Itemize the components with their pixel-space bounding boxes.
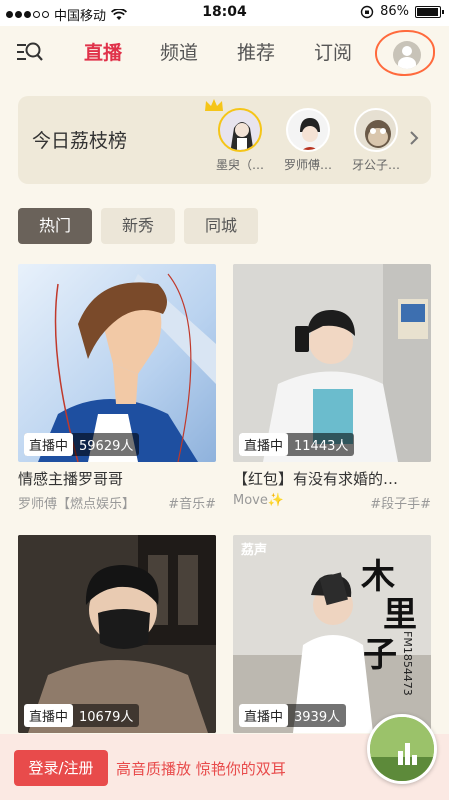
ranking-avatar xyxy=(286,108,330,152)
orientation-lock-icon xyxy=(360,5,374,18)
fm-number: FM1854473 xyxy=(401,631,414,696)
ranking-user-name: 牙公子… xyxy=(351,158,400,172)
ranking-user[interactable]: 牙公子… xyxy=(346,108,406,173)
ranking-card[interactable]: 今日荔枝榜 墨臾（… 罗师傅… 牙公子… xyxy=(18,96,431,184)
filter-local[interactable]: 同城 xyxy=(184,208,258,244)
crown-icon xyxy=(205,99,223,111)
filter-hot[interactable]: 热门 xyxy=(18,208,92,244)
tab-live[interactable]: 直播 xyxy=(84,38,122,65)
live-author: 罗师傅【燃点娱乐】 xyxy=(18,497,136,512)
now-playing-button[interactable] xyxy=(367,714,437,784)
avatar-icon[interactable] xyxy=(393,41,421,69)
channel-logo: 荔声 xyxy=(241,543,268,558)
live-label: 直播中 xyxy=(239,433,289,456)
ranking-user[interactable]: 罗师傅… xyxy=(278,108,338,173)
live-thumbnail: 直播中 11443人 xyxy=(233,264,431,462)
live-label: 直播中 xyxy=(239,704,289,727)
login-button[interactable]: 登录/注册 xyxy=(14,750,108,786)
viewer-count: 11443人 xyxy=(294,439,349,454)
tab-channel[interactable]: 频道 xyxy=(160,38,198,65)
live-thumbnail: 荔声 木 里 子 FM1854473 直播中 3939人 xyxy=(233,535,431,733)
status-bar: 中国移动 18:04 86% xyxy=(0,0,449,26)
ranking-title: 今日荔枝榜 xyxy=(32,130,128,152)
live-card[interactable]: 直播中 10679人 xyxy=(18,535,216,733)
viewer-count: 10679人 xyxy=(79,710,134,725)
ranking-user[interactable]: 墨臾（… xyxy=(205,99,270,173)
viewer-count: 3939人 xyxy=(294,710,341,725)
live-title: 【红包】有没有求婚的… xyxy=(233,470,399,488)
chevron-right-icon xyxy=(410,131,419,145)
live-thumbnail: 直播中 59629人 xyxy=(18,264,216,462)
live-card[interactable]: 直播中 11443人 【红包】有没有求婚的… Move✨ #段子手# xyxy=(233,264,431,512)
live-badge: 直播中 59629人 xyxy=(24,433,140,456)
battery-icon xyxy=(415,5,444,18)
overlay-char: 子 xyxy=(363,635,397,675)
live-badge: 直播中 10679人 xyxy=(24,704,140,727)
ranking-user-name: 罗师傅… xyxy=(283,158,332,172)
battery-percent: 86% xyxy=(380,4,409,19)
tab-recommend[interactable]: 推荐 xyxy=(237,38,275,65)
live-badge: 直播中 3939人 xyxy=(239,704,347,727)
tab-subscribe[interactable]: 订阅 xyxy=(314,38,352,65)
live-tag: #段子手# xyxy=(370,497,431,512)
promo-text: 高音质播放 惊艳你的双耳 xyxy=(116,760,286,778)
live-card[interactable]: 直播中 59629人 情感主播罗哥哥 罗师傅【燃点娱乐】 #音乐# xyxy=(18,264,216,512)
ranking-avatar xyxy=(354,108,398,152)
live-label: 直播中 xyxy=(24,704,74,727)
top-nav: 直播 频道 推荐 订阅 xyxy=(0,26,449,78)
ranking-avatar xyxy=(218,108,262,152)
live-badge: 直播中 11443人 xyxy=(239,433,355,456)
live-title: 情感主播罗哥哥 xyxy=(18,470,124,488)
live-card[interactable]: 荔声 木 里 子 FM1854473 直播中 3939人 xyxy=(233,535,431,733)
live-thumbnail: 直播中 10679人 xyxy=(18,535,216,733)
viewer-count: 59629人 xyxy=(79,439,134,454)
live-label: 直播中 xyxy=(24,433,74,456)
filter-new[interactable]: 新秀 xyxy=(101,208,175,244)
live-author: Move✨ xyxy=(233,493,285,508)
search-list-icon[interactable] xyxy=(16,40,44,64)
profile-highlight xyxy=(375,30,435,76)
ranking-user-name: 墨臾（… xyxy=(215,158,264,172)
live-tag: #音乐# xyxy=(168,497,216,512)
